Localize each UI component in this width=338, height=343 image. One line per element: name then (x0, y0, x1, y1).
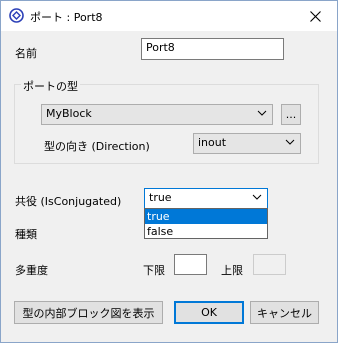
app-icon (9, 8, 24, 23)
show-internal-block-diagram-button[interactable]: 型の内部ブロック図を表示 (14, 301, 163, 324)
kind-label: 種類 (15, 228, 37, 241)
direction-label: 型の向き (Direction) (44, 140, 150, 153)
name-label: 名前 (15, 47, 37, 60)
browse-block-button[interactable]: ... (281, 104, 301, 125)
ok-button[interactable]: OK (174, 301, 244, 324)
conjugated-dropdown-list: true false (144, 208, 268, 239)
block-type-select[interactable]: MyBlock (41, 104, 273, 125)
upper-bound-field (253, 254, 286, 275)
multiplicity-label: 多重度 (15, 264, 48, 277)
upper-bound-label: 上限 (221, 264, 243, 277)
dropdown-option-true[interactable]: true (145, 209, 267, 224)
chevron-down-icon (252, 194, 262, 200)
title-bar: ポート : Port8 (1, 1, 337, 31)
close-button[interactable] (293, 1, 337, 31)
window-title: ポート : Port8 (30, 11, 103, 24)
chevron-down-icon (285, 139, 295, 145)
lower-bound-label: 下限 (143, 264, 165, 277)
cancel-button[interactable]: キャンセル (250, 301, 319, 324)
chevron-down-icon (257, 110, 267, 116)
lower-bound-field[interactable] (174, 254, 207, 275)
port-type-group-label: ポートの型 (21, 78, 80, 94)
conjugated-value: true (149, 191, 172, 204)
direction-select[interactable]: inout (193, 133, 301, 154)
block-type-value: MyBlock (46, 107, 92, 120)
direction-value: inout (198, 136, 227, 149)
close-icon (309, 10, 321, 22)
name-field[interactable]: Port8 (141, 38, 284, 60)
conjugated-select[interactable]: true (144, 188, 268, 209)
conjugated-label: 共役 (IsConjugated) (15, 195, 122, 208)
dropdown-option-false[interactable]: false (145, 224, 267, 239)
